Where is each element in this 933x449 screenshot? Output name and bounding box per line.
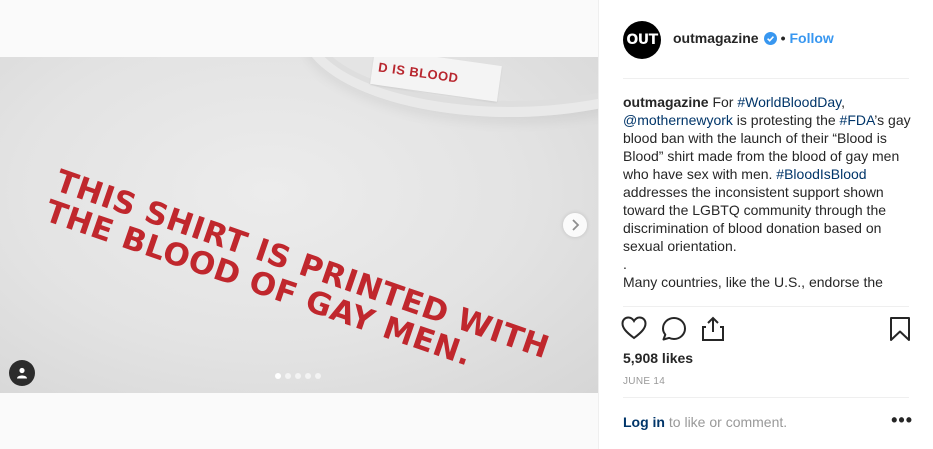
verified-badge-icon	[763, 31, 777, 45]
share-icon	[702, 316, 724, 341]
caption-text: addresses the inconsistent support shown…	[623, 184, 887, 254]
carousel-dot	[295, 373, 301, 379]
username-link[interactable]: outmagazine	[673, 30, 759, 46]
heart-icon	[621, 316, 647, 340]
caption-text: ,	[841, 94, 846, 110]
avatar[interactable]: OUT	[623, 21, 661, 59]
post-date[interactable]: JUNE 14	[623, 376, 665, 387]
more-options-button[interactable]: •••	[891, 410, 913, 431]
carousel-dots	[275, 373, 321, 379]
shirt-printed-text: THIS SHIRT IS PRINTED WITH THE BLOOD OF …	[40, 163, 554, 374]
separator-dot: •	[780, 30, 786, 46]
carousel-dot	[305, 373, 311, 379]
header-line: outmagazine • Follow	[673, 30, 834, 46]
carousel-next-button[interactable]	[563, 213, 587, 237]
save-button[interactable]	[889, 316, 911, 342]
media-column: D IS BLOOD THIS SHIRT IS PRINTED WITH TH…	[0, 0, 598, 449]
header-divider	[623, 78, 909, 79]
bookmark-icon	[890, 317, 910, 341]
user-icon	[17, 367, 27, 379]
carousel-dot	[315, 373, 321, 379]
hashtag-link[interactable]: #WorldBloodDay	[737, 94, 841, 110]
carousel-dot	[275, 373, 281, 379]
post-photo[interactable]: D IS BLOOD THIS SHIRT IS PRINTED WITH TH…	[0, 57, 598, 393]
comment-button[interactable]	[661, 316, 687, 342]
chevron-right-icon	[572, 219, 580, 231]
comment-bar: Log in to like or comment. •••	[623, 410, 913, 430]
tagged-users-button[interactable]	[9, 360, 35, 386]
share-button[interactable]	[701, 316, 725, 342]
follow-button[interactable]: Follow	[789, 30, 833, 46]
mention-link[interactable]: @mothernewyork	[623, 112, 733, 128]
caption-username-link[interactable]: outmagazine	[623, 94, 709, 110]
hashtag-link[interactable]: #FDA	[840, 112, 875, 128]
caption-text: is protesting the	[732, 112, 840, 128]
caption-text: Many countries, like the U.S., endorse t…	[623, 274, 883, 290]
comment-icon	[662, 317, 686, 341]
post-details-panel: OUT outmagazine • Follow outmagazine For…	[598, 0, 933, 449]
footer-divider	[623, 397, 909, 398]
action-bar	[621, 316, 913, 342]
login-link[interactable]: Log in	[623, 414, 665, 430]
post-caption: outmagazine For #WorldBloodDay, @mothern…	[623, 93, 913, 305]
carousel-dot	[285, 373, 291, 379]
hashtag-link[interactable]: #BloodIsBlood	[776, 166, 866, 182]
likes-count[interactable]: 5,908 likes	[623, 350, 693, 366]
caption-text: .	[623, 256, 627, 272]
caption-text: For	[708, 94, 738, 110]
login-prompt-text: to like or comment.	[665, 414, 788, 430]
like-button[interactable]	[621, 316, 647, 340]
caption-divider	[623, 306, 909, 307]
post-header: OUT outmagazine • Follow	[599, 0, 933, 78]
